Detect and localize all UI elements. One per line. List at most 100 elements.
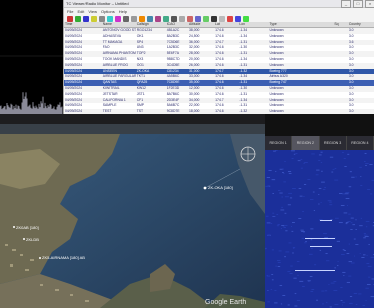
column-header[interactable]: Altitude bbox=[188, 22, 214, 27]
waterfall-speck bbox=[272, 212, 275, 214]
waterfall-header bbox=[265, 114, 374, 136]
waterfall-speck bbox=[328, 284, 330, 285]
waterfall-speck bbox=[294, 305, 298, 307]
waterfall-speck bbox=[304, 242, 307, 244]
flight-label[interactable]: ZK-OKA [180] bbox=[208, 185, 233, 190]
toolbar-button-icon[interactable] bbox=[155, 15, 161, 22]
waterfall-speck bbox=[352, 224, 356, 226]
waterfall-speck bbox=[311, 248, 313, 249]
waterfall-speck bbox=[307, 179, 311, 180]
toolbar-button-icon[interactable] bbox=[107, 15, 113, 22]
column-header[interactable]: Country bbox=[348, 22, 374, 27]
waterfall-speck bbox=[315, 174, 319, 176]
toolbar-button-icon[interactable] bbox=[75, 15, 81, 22]
column-header[interactable]: Name bbox=[102, 22, 136, 27]
toolbar-button-icon[interactable] bbox=[227, 15, 233, 22]
maximize-button[interactable]: □ bbox=[353, 0, 363, 8]
waterfall-speck bbox=[346, 281, 351, 283]
waterfall-speck bbox=[300, 229, 304, 231]
toolbar-button-icon[interactable] bbox=[91, 15, 97, 22]
flight-label[interactable]: ZK5-AIRNAMA [180] AB bbox=[42, 255, 85, 260]
region-tab[interactable]: REGION 4 bbox=[347, 136, 374, 150]
waterfall-speck bbox=[290, 265, 293, 267]
waterfall-speck bbox=[359, 225, 363, 227]
waterfall-display bbox=[265, 150, 374, 308]
menu-item-view[interactable]: View bbox=[88, 9, 97, 14]
waterfall-speck bbox=[309, 253, 313, 255]
waterfall-speck bbox=[291, 230, 294, 232]
toolbar-button-icon[interactable] bbox=[203, 15, 209, 22]
map-view[interactable]: ZK-OKA [180] ZK0AB [180] ZKLDB ZK5-AIRNA… bbox=[0, 124, 265, 308]
menu-item-file[interactable]: File bbox=[67, 9, 73, 14]
waterfall-speck bbox=[275, 150, 278, 151]
waterfall-speck bbox=[329, 201, 332, 203]
waterfall-speck bbox=[304, 162, 308, 163]
close-button[interactable]: × bbox=[365, 0, 374, 8]
toolbar-button-icon[interactable] bbox=[131, 15, 137, 22]
waterfall-speck bbox=[283, 173, 285, 175]
toolbar-button-icon[interactable] bbox=[67, 15, 73, 22]
waterfall-speck bbox=[273, 150, 276, 152]
waterfall-speck bbox=[348, 213, 351, 215]
waterfall-speck bbox=[345, 223, 348, 225]
toolbar-button-icon[interactable] bbox=[211, 15, 217, 22]
toolbar-button-icon[interactable] bbox=[195, 15, 201, 22]
waterfall-signal bbox=[305, 238, 335, 239]
column-header[interactable]: Callsign bbox=[136, 22, 166, 27]
region-tab[interactable]: REGION 2 bbox=[292, 136, 320, 150]
waterfall-speck bbox=[303, 232, 305, 233]
toolbar-button-icon[interactable] bbox=[147, 15, 153, 22]
waterfall-speck bbox=[364, 153, 367, 154]
toolbar-button-icon[interactable] bbox=[83, 15, 89, 22]
waterfall-speck bbox=[365, 287, 369, 289]
column-header[interactable]: Lon bbox=[238, 22, 268, 27]
column-header[interactable]: Lat bbox=[214, 22, 238, 27]
region-tab[interactable]: REGION 1 bbox=[265, 136, 293, 150]
toolbar-button-icon[interactable] bbox=[243, 15, 249, 22]
waterfall-speck bbox=[279, 192, 283, 194]
menu-item-options[interactable]: Options bbox=[101, 9, 115, 14]
waterfall-speck bbox=[280, 303, 283, 305]
column-header[interactable]: ICAO bbox=[166, 22, 188, 27]
column-header[interactable]: Type bbox=[268, 22, 333, 27]
waterfall-speck bbox=[296, 261, 300, 262]
menu-item-help[interactable]: Help bbox=[119, 9, 127, 14]
title-bar: TC Viewer/Radio Monitor – Untitled _ □ × bbox=[64, 0, 374, 8]
toolbar-button-icon[interactable] bbox=[123, 15, 129, 22]
waterfall-speck bbox=[343, 212, 348, 214]
toolbar-button-icon[interactable] bbox=[99, 15, 105, 22]
toolbar-button-icon[interactable] bbox=[179, 15, 185, 22]
toolbar-button-icon[interactable] bbox=[187, 15, 193, 22]
waterfall-speck bbox=[354, 255, 356, 257]
toolbar-button-icon[interactable] bbox=[235, 15, 241, 22]
menu-item-edit[interactable]: Edit bbox=[77, 9, 84, 14]
region-tab[interactable]: REGION 3 bbox=[320, 136, 347, 150]
waterfall-speck bbox=[334, 304, 339, 305]
waterfall-speck bbox=[316, 169, 320, 171]
waterfall-speck bbox=[291, 222, 295, 223]
waterfall-speck bbox=[370, 193, 373, 195]
waterfall-speck bbox=[282, 295, 286, 297]
column-header[interactable]: Sq bbox=[333, 22, 348, 27]
waterfall-speck bbox=[368, 276, 371, 278]
toolbar-button-icon[interactable] bbox=[171, 15, 177, 22]
waterfall-speck bbox=[321, 181, 325, 183]
waterfall-speck bbox=[287, 171, 292, 172]
waterfall-speck bbox=[359, 166, 362, 168]
flight-label[interactable]: ZKLDB bbox=[26, 237, 39, 242]
waterfall-speck bbox=[323, 233, 327, 235]
toolbar-button-icon[interactable] bbox=[139, 15, 145, 22]
waterfall-speck bbox=[329, 306, 332, 308]
column-header[interactable]: Time bbox=[64, 22, 102, 27]
waterfall-speck bbox=[349, 302, 353, 304]
waterfall-speck bbox=[300, 158, 303, 160]
waterfall-speck bbox=[288, 192, 293, 194]
minimize-button[interactable]: _ bbox=[341, 0, 351, 8]
waterfall-speck bbox=[277, 224, 280, 225]
toolbar-button-icon[interactable] bbox=[115, 15, 121, 22]
toolbar-button-icon[interactable] bbox=[219, 15, 225, 22]
waterfall-speck bbox=[364, 236, 369, 237]
waterfall-speck bbox=[312, 191, 315, 193]
flight-label[interactable]: ZK0AB [180] bbox=[16, 225, 39, 230]
toolbar-button-icon[interactable] bbox=[163, 15, 169, 22]
